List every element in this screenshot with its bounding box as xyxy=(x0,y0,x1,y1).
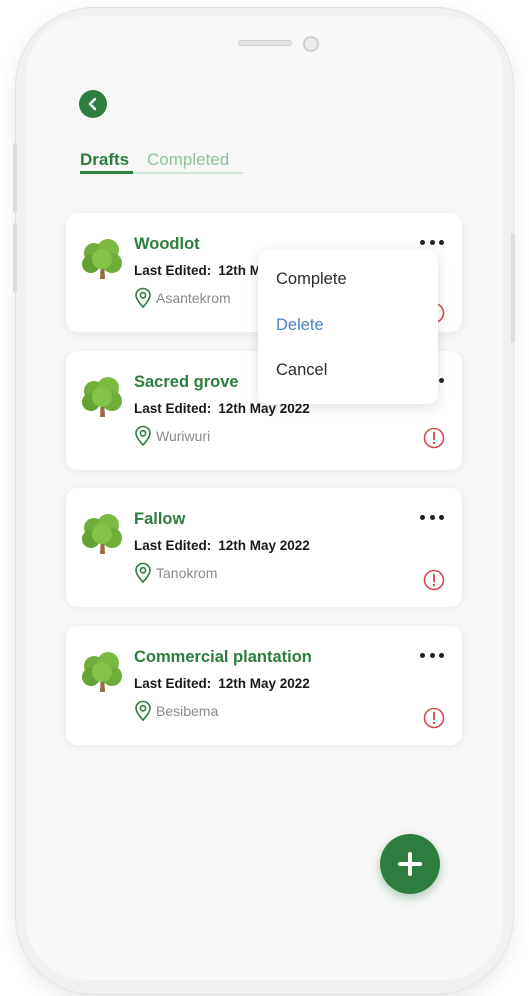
speaker xyxy=(238,40,292,46)
last-edited-label: Last Edited: xyxy=(134,401,212,416)
card-title: Woodlot xyxy=(134,235,200,253)
more-options-button[interactable] xyxy=(420,648,444,662)
map-pin-icon xyxy=(135,425,151,447)
tab-completed[interactable]: Completed xyxy=(147,150,229,170)
location-text: Wuriwuri xyxy=(156,428,211,444)
card-title: Commercial plantation xyxy=(134,648,312,666)
more-options-button[interactable] xyxy=(420,510,444,524)
phone-side-button xyxy=(13,223,17,293)
chevron-left-icon xyxy=(88,97,97,111)
draft-card[interactable]: Commercial plantation Last Edited: 12th M… xyxy=(66,626,462,745)
tree-icon xyxy=(82,239,122,279)
card-location: Tanokrom xyxy=(134,562,217,584)
camera xyxy=(303,36,319,52)
card-location: Asantekrom xyxy=(134,287,231,309)
alert-icon xyxy=(423,569,445,591)
location-text: Besibema xyxy=(156,703,219,719)
tree-icon xyxy=(82,377,122,417)
tab-bar: Drafts Completed xyxy=(80,148,243,176)
phone-side-button xyxy=(511,233,515,343)
last-edited-label: Last Edited: xyxy=(134,676,212,691)
last-edited: Last Edited: 12th May 2022 xyxy=(134,538,310,553)
card-title: Fallow xyxy=(134,510,186,528)
draft-card[interactable]: Fallow Last Edited: 12th May 2022 Tanokro… xyxy=(66,488,462,607)
plus-icon xyxy=(398,852,422,876)
last-edited: Last Edited: 12th May 2022 xyxy=(134,676,310,691)
menu-item-delete[interactable]: Delete xyxy=(276,316,324,335)
tab-drafts[interactable]: Drafts xyxy=(80,150,129,170)
card-location: Wuriwuri xyxy=(134,425,210,447)
location-text: Tanokrom xyxy=(156,565,218,581)
last-edited-label: Last Edited: xyxy=(134,263,212,278)
alert-icon xyxy=(423,427,445,449)
menu-item-cancel[interactable]: Cancel xyxy=(276,361,327,380)
location-text: Asantekrom xyxy=(156,290,231,306)
card-title: Sacred grove xyxy=(134,373,239,391)
last-edited-date: 12th May 2022 xyxy=(218,538,310,553)
card-options-menu: Complete Delete Cancel xyxy=(258,250,438,404)
phone-side-button xyxy=(13,143,17,213)
tab-active-indicator xyxy=(80,171,133,174)
tree-icon xyxy=(82,514,122,554)
more-options-button[interactable] xyxy=(420,235,444,249)
menu-item-complete[interactable]: Complete xyxy=(276,270,347,289)
map-pin-icon xyxy=(135,287,151,309)
last-edited-label: Last Edited: xyxy=(134,538,212,553)
map-pin-icon xyxy=(135,562,151,584)
add-draft-button[interactable] xyxy=(380,834,440,894)
tree-icon xyxy=(82,652,122,692)
back-button[interactable] xyxy=(79,90,107,118)
last-edited-date: 12th May 2022 xyxy=(218,676,310,691)
map-pin-icon xyxy=(135,700,151,722)
alert-icon xyxy=(423,707,445,729)
card-location: Besibema xyxy=(134,700,218,722)
